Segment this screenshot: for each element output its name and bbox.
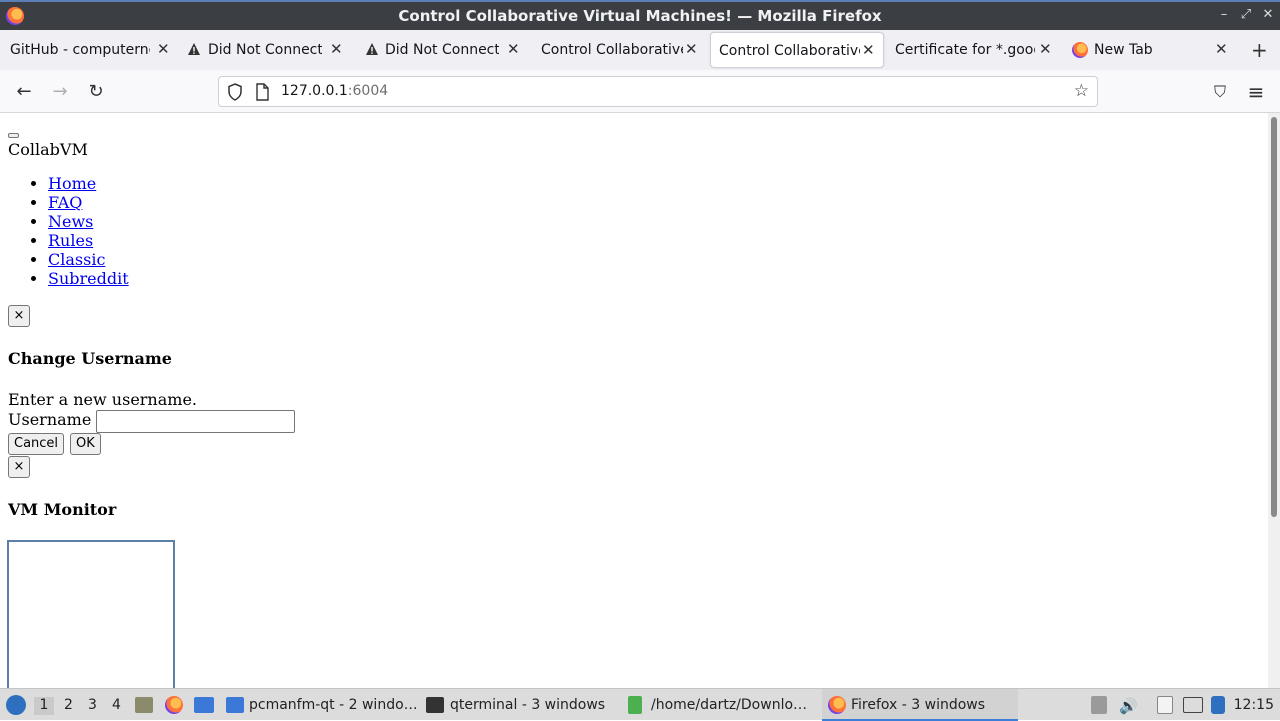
folder-icon (226, 697, 244, 713)
tab-close-icon[interactable]: ✕ (1215, 40, 1228, 58)
display-icon[interactable] (1183, 697, 1203, 713)
tab-label: New Tab (1094, 42, 1153, 58)
page-scrollbar[interactable] (1268, 113, 1280, 688)
nav-item-rules: Rules (48, 231, 129, 250)
taskbar-item-label: qterminal - 3 windows (450, 697, 606, 713)
back-button[interactable]: ← (12, 80, 36, 104)
menu-icon[interactable]: ≡ (1244, 80, 1268, 104)
tab-did-not-connect-2[interactable]: Did Not Connect: P ✕ (356, 30, 530, 70)
url-text[interactable]: 127.0.0.1:6004 (281, 83, 388, 99)
tab-github[interactable]: GitHub - computerne ✕ (0, 30, 178, 70)
navbar-toggle-button[interactable] (8, 133, 19, 138)
url-host: 127.0.0.1 (281, 83, 348, 99)
nav-link-classic[interactable]: Classic (48, 250, 105, 269)
shield-icon[interactable] (227, 83, 243, 101)
maximize-button[interactable]: ⤢ (1237, 6, 1255, 24)
tab-label: Did Not Connect: P (208, 42, 322, 58)
workspace-1[interactable]: 1 (34, 697, 54, 715)
tab-label: Control Collaborative (541, 42, 683, 58)
cancel-button[interactable]: Cancel (8, 433, 65, 455)
username-label: Username (8, 410, 92, 429)
terminal-icon (426, 697, 444, 713)
workspace-3[interactable]: 3 (88, 697, 97, 713)
page-content: CollabVM Home FAQ News Rules Classic Sub… (0, 113, 1268, 688)
warning-icon (366, 43, 378, 55)
tab-close-icon[interactable]: ✕ (685, 40, 698, 58)
username-input[interactable] (96, 410, 295, 433)
brand-title: CollabVM (8, 140, 88, 159)
workspace-4[interactable]: 4 (112, 697, 121, 713)
tab-label: Certificate for *.goog (895, 42, 1035, 58)
page-icon[interactable] (255, 83, 269, 101)
url-bar[interactable]: 127.0.0.1:6004 ☆ (218, 76, 1098, 107)
tab-close-icon[interactable]: ✕ (507, 40, 520, 58)
tab-label: Control Collaborative (719, 43, 860, 59)
tab-control-collaborative-active[interactable]: Control Collaborative ✕ (710, 32, 884, 68)
taskbar: 1 2 3 4 pcmanfm-qt - 2 windo… qterminal … (0, 688, 1280, 721)
nav-link-subreddit[interactable]: Subreddit (48, 269, 129, 288)
change-username-prompt: Enter a new username. (8, 390, 197, 409)
desktop-launcher-icon[interactable] (194, 697, 214, 713)
tab-close-icon[interactable]: ✕ (1039, 40, 1052, 58)
start-menu-icon[interactable] (6, 695, 26, 715)
firefox-launcher-icon[interactable] (165, 696, 183, 714)
file-manager-launcher-icon[interactable] (135, 697, 153, 713)
taskbar-item-label: Firefox - 3 windows (851, 697, 986, 713)
tab-close-icon[interactable]: ✕ (862, 41, 875, 59)
tab-did-not-connect-1[interactable]: Did Not Connect: P ✕ (178, 30, 356, 70)
warning-icon (188, 43, 200, 55)
nav-link-rules[interactable]: Rules (48, 231, 93, 250)
pocket-icon[interactable]: ⛉ (1208, 80, 1232, 104)
tab-certificate[interactable]: Certificate for *.goog ✕ (884, 30, 1062, 70)
archive-icon (628, 696, 642, 714)
window-title: Control Collaborative Virtual Machines! … (398, 7, 882, 25)
vm-monitor-screen[interactable] (7, 540, 175, 688)
tab-new-tab[interactable]: New Tab ✕ (1062, 30, 1240, 70)
new-tab-button[interactable]: + (1251, 38, 1268, 62)
firefox-icon (1072, 42, 1088, 58)
tab-strip: GitHub - computerne ✕ Did Not Connect: P… (0, 30, 1280, 70)
nav-item-home: Home (48, 174, 129, 193)
reload-button[interactable]: ↻ (84, 80, 108, 104)
close-dialog-button[interactable]: × (8, 305, 30, 327)
tab-label: GitHub - computerne (10, 42, 150, 58)
close-window-button[interactable]: ✕ (1259, 6, 1277, 24)
nav-link-faq[interactable]: FAQ (48, 193, 82, 212)
nav-item-faq: FAQ (48, 193, 129, 212)
bookmark-star-icon[interactable]: ☆ (1074, 81, 1089, 101)
firefox-icon (828, 696, 846, 714)
taskbar-item-pcmanfm[interactable]: pcmanfm-qt - 2 windo… (222, 689, 418, 721)
vm-monitor-heading: VM Monitor (8, 500, 117, 519)
tab-close-icon[interactable]: ✕ (157, 40, 170, 58)
change-username-heading: Change Username (8, 349, 172, 368)
minimize-button[interactable]: – (1215, 6, 1233, 24)
scrollbar-thumb[interactable] (1271, 117, 1277, 517)
nav-item-classic: Classic (48, 250, 129, 269)
navigation-toolbar: ← → ↻ 127.0.0.1:6004 ☆ ⛉ ≡ (0, 70, 1280, 113)
volume-icon[interactable]: 🔊 (1119, 697, 1138, 715)
site-nav-list: Home FAQ News Rules Classic Subreddit (48, 174, 129, 288)
tab-label: Did Not Connect: P (385, 42, 499, 58)
taskbar-item-label: pcmanfm-qt - 2 windo… (249, 697, 418, 713)
notification-icon[interactable] (1211, 696, 1225, 714)
tab-close-icon[interactable]: ✕ (330, 40, 343, 58)
tray-updates-icon[interactable] (1091, 696, 1107, 714)
window-titlebar: Control Collaborative Virtual Machines! … (0, 0, 1280, 30)
clock[interactable]: 12:15 (1234, 697, 1274, 713)
clipboard-icon[interactable] (1157, 696, 1173, 714)
url-port: :6004 (347, 83, 389, 99)
ok-button[interactable]: OK (70, 433, 101, 455)
nav-link-home[interactable]: Home (48, 174, 96, 193)
taskbar-item-archive[interactable]: /home/dartz/Downlo… (622, 689, 818, 721)
nav-item-subreddit: Subreddit (48, 269, 129, 288)
taskbar-item-qterminal[interactable]: qterminal - 3 windows (422, 689, 618, 721)
taskbar-item-firefox[interactable]: Firefox - 3 windows (822, 689, 1018, 721)
nav-link-news[interactable]: News (48, 212, 93, 231)
taskbar-item-label: /home/dartz/Downlo… (651, 697, 808, 713)
workspace-2[interactable]: 2 (64, 697, 73, 713)
forward-button[interactable]: → (48, 80, 72, 104)
tab-control-collaborative-1[interactable]: Control Collaborative ✕ (530, 30, 708, 70)
nav-item-news: News (48, 212, 129, 231)
close-monitor-button[interactable]: × (8, 456, 30, 478)
